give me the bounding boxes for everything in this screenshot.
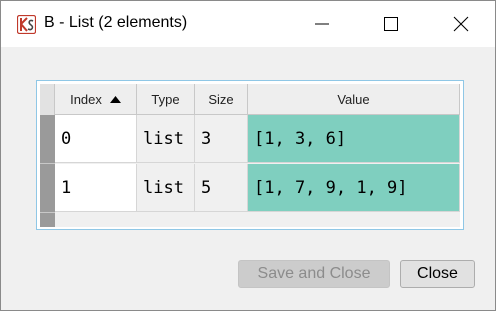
row-header[interactable] xyxy=(40,115,55,164)
column-header-label: Value xyxy=(337,91,370,107)
cell-value[interactable]: [1, 7, 9, 1, 9] xyxy=(248,164,460,212)
window-title: B - List (2 elements) xyxy=(44,14,188,31)
close-icon xyxy=(453,16,469,32)
cell-type[interactable]: list xyxy=(137,164,195,212)
column-header-label: Size xyxy=(208,91,234,107)
column-header-value[interactable]: Value xyxy=(248,84,460,115)
minimize-icon xyxy=(315,23,329,25)
title-bar[interactable]: B - List (2 elements) xyxy=(1,1,495,47)
close-button[interactable]: Close xyxy=(400,260,475,288)
dialog-window: B - List (2 elements) Index Type Size Va… xyxy=(0,0,496,311)
close-window-button[interactable] xyxy=(438,1,484,47)
maximize-button[interactable] xyxy=(368,1,414,47)
app-icon xyxy=(17,15,36,34)
column-header-label: Type xyxy=(151,91,180,107)
cell-size[interactable]: 3 xyxy=(195,115,248,163)
maximize-icon xyxy=(384,17,398,31)
sort-ascending-icon xyxy=(109,95,121,103)
column-header-index[interactable]: Index xyxy=(55,84,137,115)
column-header-size[interactable]: Size xyxy=(195,84,248,115)
collection-table[interactable]: Index Type Size Value 0 list 3 [1, 3, 6] xyxy=(36,80,464,230)
table-corner xyxy=(40,84,55,115)
save-and-close-button[interactable]: Save and Close xyxy=(238,260,390,288)
cell-index[interactable]: 0 xyxy=(55,115,137,163)
minimize-button[interactable] xyxy=(299,1,345,47)
cell-index[interactable]: 1 xyxy=(55,164,137,212)
row-header[interactable] xyxy=(40,164,55,213)
column-header-label: Index xyxy=(70,91,102,107)
cell-value[interactable]: [1, 3, 6] xyxy=(248,115,460,163)
cell-type[interactable]: list xyxy=(137,115,195,163)
table-body: Index Type Size Value 0 list 3 [1, 3, 6] xyxy=(40,84,460,227)
cell-size[interactable]: 5 xyxy=(195,164,248,212)
row-header-filler xyxy=(40,213,55,227)
column-header-type[interactable]: Type xyxy=(137,84,195,115)
